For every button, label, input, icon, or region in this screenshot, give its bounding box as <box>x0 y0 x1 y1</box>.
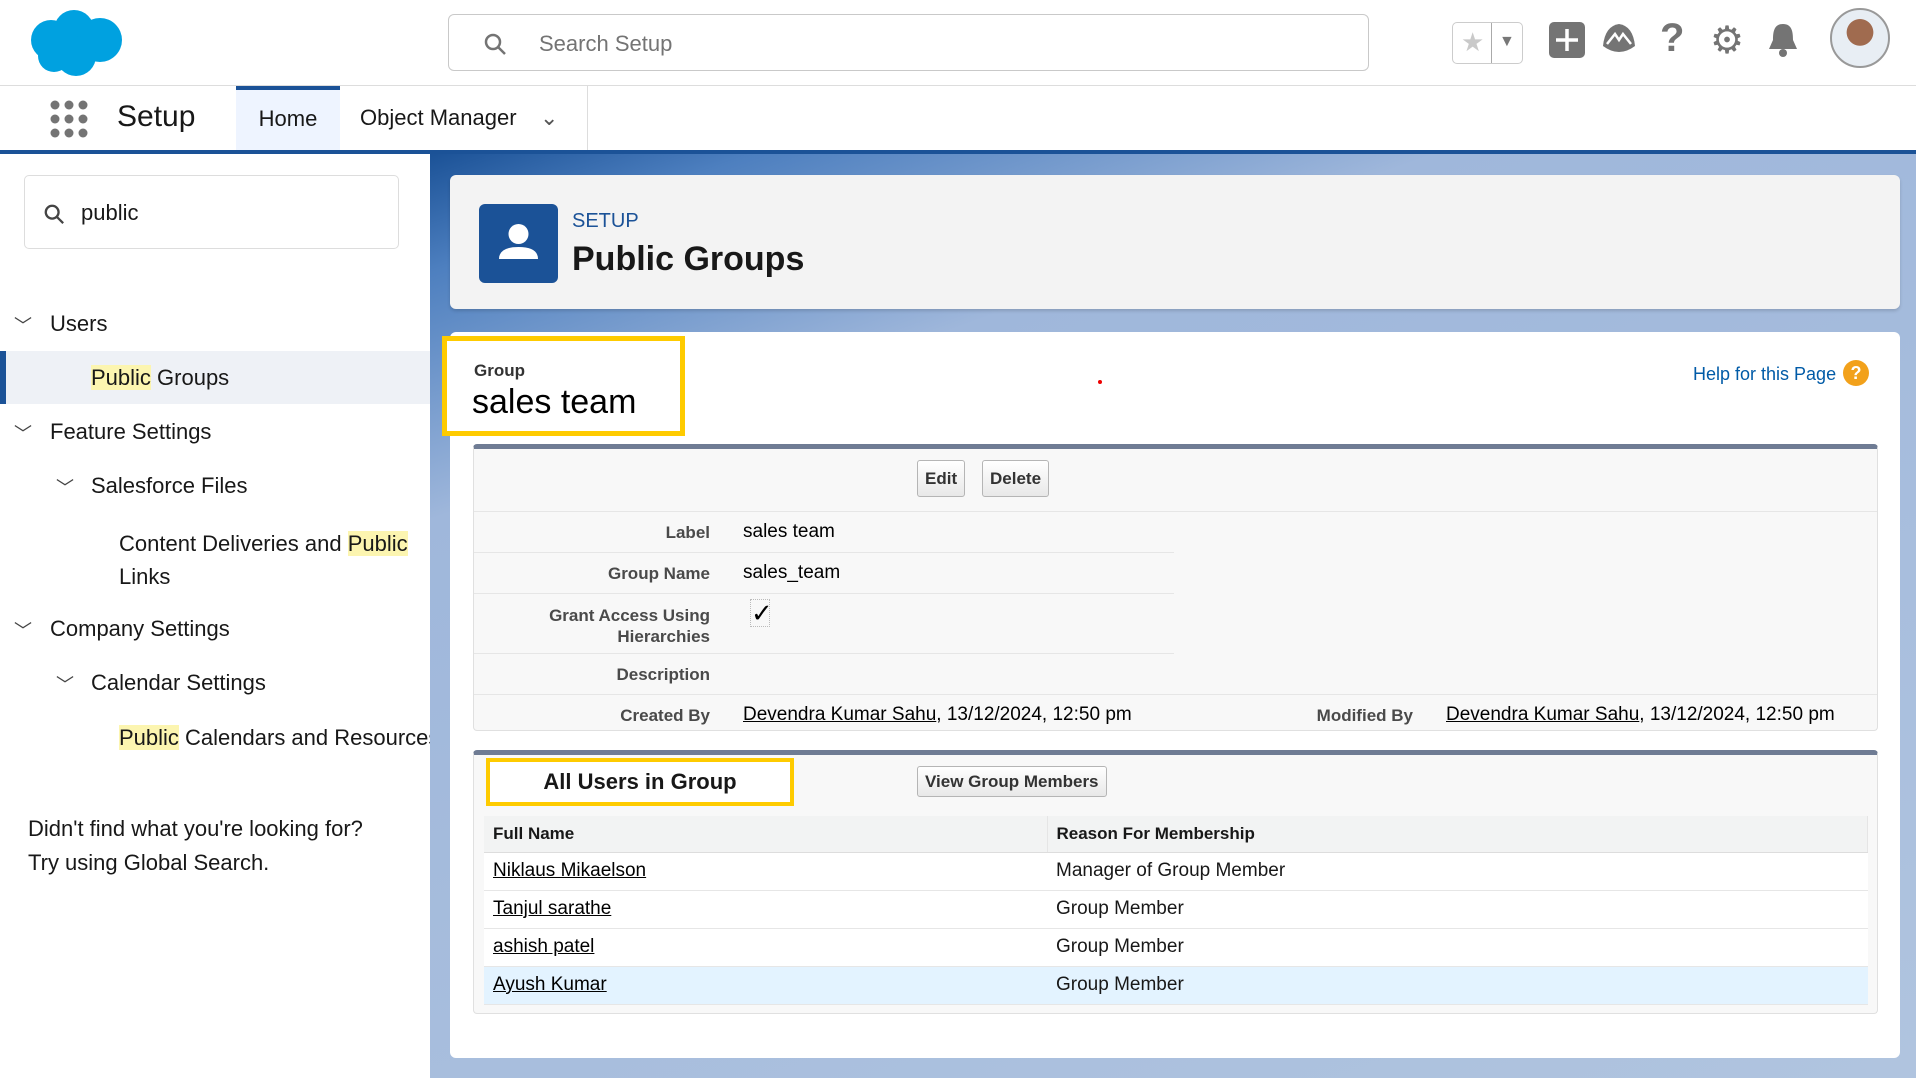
created-by-user-link[interactable]: Devendra Kumar Sahu <box>743 704 936 725</box>
grant-access-label-2: Hierarchies <box>617 627 710 646</box>
record-name: sales team <box>472 383 637 421</box>
sidebar-item-company-settings[interactable]: Company Settings <box>50 616 230 642</box>
label: Links <box>119 564 171 589</box>
bell-icon[interactable] <box>1766 22 1800 58</box>
sidebar-item-feature-settings[interactable]: Feature Settings <box>50 419 211 445</box>
checkbox-checked-icon: ✓ <box>750 598 773 628</box>
highlight: Public <box>119 725 179 750</box>
user-link[interactable]: Tanjul sarathe <box>493 898 611 919</box>
sidebar-item-content-deliveries[interactable]: Content Deliveries and Public Links <box>119 527 419 593</box>
page-kicker: SETUP <box>572 210 639 232</box>
table-row: Niklaus Mikaelson Manager of Group Member <box>484 852 1868 891</box>
search-placeholder: Search Setup <box>539 31 673 56</box>
delete-button[interactable]: Delete <box>982 460 1050 497</box>
tab-object-manager[interactable]: Object Manager ⌄ <box>340 86 588 150</box>
chevron-down-icon[interactable]: ﹀ <box>56 671 74 697</box>
created-by-label: Created By <box>620 706 710 725</box>
highlight: Public <box>347 531 408 556</box>
chevron-down-icon[interactable]: ﹀ <box>14 312 32 338</box>
search-icon <box>44 204 64 224</box>
quick-find-input[interactable]: public <box>24 175 399 249</box>
page-title: Public Groups <box>572 240 805 278</box>
chevron-down-icon[interactable]: ▼ <box>1499 33 1515 51</box>
user-link[interactable]: Ayush Kumar <box>493 974 607 995</box>
label: Content Deliveries and <box>119 531 348 556</box>
cursor-dot <box>1098 380 1102 384</box>
label-field-label: Label <box>665 523 710 542</box>
detail-section: Edit Delete Label sales team Group Name … <box>473 444 1878 731</box>
user-link[interactable]: Niklaus Mikaelson <box>493 860 646 881</box>
record-type-label: Group <box>474 361 525 380</box>
chevron-down-icon[interactable]: ⌄ <box>540 86 558 150</box>
help-icon[interactable]: ? <box>1843 360 1869 386</box>
sidebar-item-calendar-settings[interactable]: Calendar Settings <box>91 670 266 696</box>
not-found-line: Didn't find what you're looking for? <box>28 816 363 841</box>
sidebar-item-public-calendars[interactable]: Public Calendars and Resources <box>119 725 439 751</box>
tab-label: Object Manager <box>360 105 517 130</box>
modified-by-user-link[interactable]: Devendra Kumar Sahu <box>1446 704 1639 725</box>
search-setup-input[interactable]: Search Setup <box>448 14 1369 71</box>
reason-cell: Manager of Group Member <box>1047 852 1868 891</box>
trailhead-icon[interactable] <box>1601 22 1637 58</box>
modified-by-label: Modified By <box>1316 706 1413 725</box>
sidebar-item-public-groups[interactable]: Public Groups <box>91 365 229 391</box>
sidebar-item-users[interactable]: Users <box>50 311 107 337</box>
view-group-members-button[interactable]: View Group Members <box>917 766 1107 797</box>
record-title-highlight: Group sales team <box>442 336 685 436</box>
help-link[interactable]: Help for this Page <box>1693 364 1836 385</box>
tab-home[interactable]: Home <box>236 86 340 150</box>
help-icon[interactable]: ? <box>1660 16 1684 61</box>
table-row: Tanjul sarathe Group Member <box>484 890 1868 929</box>
reason-cell: Group Member <box>1047 928 1868 967</box>
favorites-button[interactable]: ★ ▼ <box>1452 22 1523 64</box>
users-table: Full Name Reason For Membership Niklaus … <box>484 816 1868 1005</box>
gear-icon[interactable]: ⚙ <box>1710 18 1744 63</box>
chevron-down-icon[interactable]: ﹀ <box>14 617 32 643</box>
salesforce-logo[interactable] <box>26 8 126 78</box>
chevron-down-icon[interactable]: ﹀ <box>56 474 74 500</box>
reason-cell: Group Member <box>1047 890 1868 929</box>
sidebar-item-salesforce-files[interactable]: Salesforce Files <box>91 473 248 499</box>
not-found-text: Didn't find what you're looking for? Try … <box>28 812 363 880</box>
edit-button[interactable]: Edit <box>917 460 966 497</box>
app-title: Setup <box>117 100 196 133</box>
group-name-label: Group Name <box>607 564 710 583</box>
grant-access-label: Grant Access Using <box>549 606 710 625</box>
app-launcher-icon[interactable] <box>50 100 88 138</box>
global-search-hint[interactable]: Try using Global Search. <box>28 846 363 880</box>
table-row: ashish patel Group Member <box>484 928 1868 967</box>
table-row: Ayush Kumar Group Member <box>484 966 1868 1005</box>
highlight: Public <box>91 365 151 390</box>
user-avatar[interactable] <box>1830 8 1890 68</box>
description-label: Description <box>616 665 710 684</box>
label: Calendars and Resources <box>178 725 440 750</box>
quick-find-value: public <box>81 200 139 225</box>
column-header-full-name: Full Name <box>484 816 1048 853</box>
related-list-title: All Users in Group <box>486 758 794 806</box>
reason-cell: Group Member <box>1047 966 1868 1005</box>
column-header-reason: Reason For Membership <box>1047 816 1868 853</box>
user-link[interactable]: ashish patel <box>493 936 594 957</box>
search-icon <box>484 33 506 55</box>
star-icon[interactable]: ★ <box>1461 27 1484 58</box>
group-name-value: sales_team <box>743 562 841 583</box>
user-icon <box>479 204 558 283</box>
add-icon[interactable] <box>1549 22 1585 58</box>
created-date: , 13/12/2024, 12:50 pm <box>936 704 1132 725</box>
label-field-value: sales team <box>743 521 835 542</box>
chevron-down-icon[interactable]: ﹀ <box>14 420 32 446</box>
label: Groups <box>150 365 230 390</box>
modified-date: , 13/12/2024, 12:50 pm <box>1639 704 1835 725</box>
